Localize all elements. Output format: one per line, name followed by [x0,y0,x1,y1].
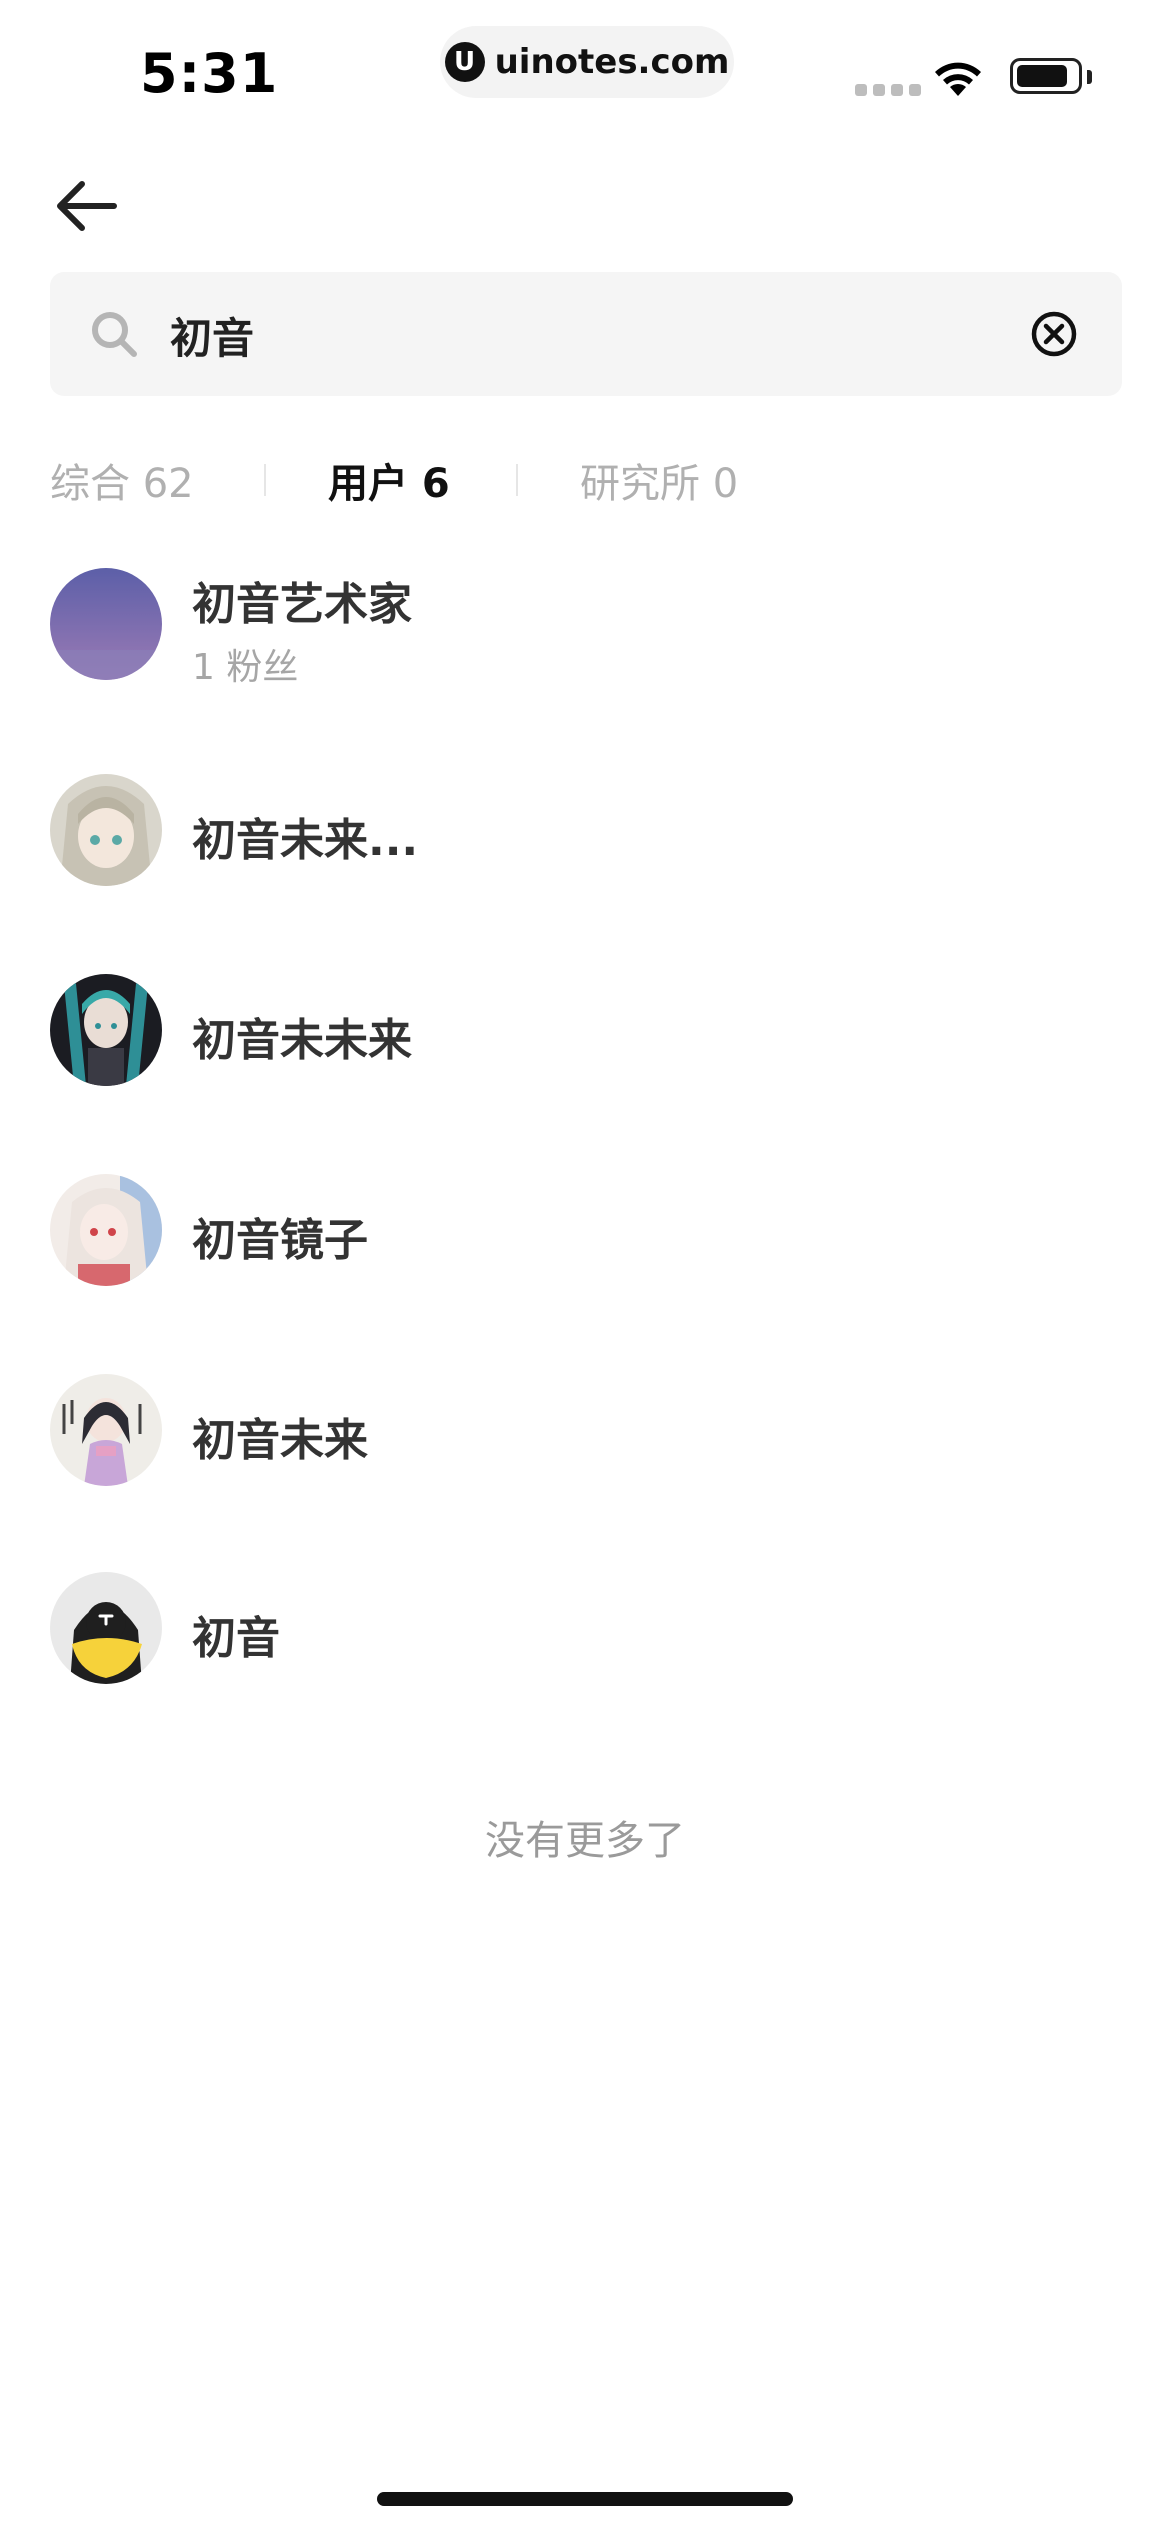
user-name: 初音艺术家 [192,579,412,630]
user-item[interactable]: 初音未来 [0,1374,1170,1514]
search-icon [92,312,137,357]
home-indicator[interactable] [377,2492,793,2506]
tab-divider [264,464,266,496]
site-logo-icon: U [444,42,485,82]
clear-icon[interactable] [1028,308,1080,360]
url-pill[interactable]: U uinotes.com [440,26,734,98]
user-name: 初音未来 [192,1415,368,1466]
status-time: 5:31 [140,42,279,105]
tab-divider [516,464,518,496]
back-arrow-icon[interactable] [52,176,122,236]
avatar [50,1572,162,1684]
user-name: 初音镜子 [192,1215,368,1266]
search-input[interactable] [168,302,1032,368]
avatar [50,1374,162,1486]
avatar [50,974,162,1086]
status-bar: 5:31 U uinotes.com [0,0,1170,140]
search-bar[interactable] [50,272,1122,396]
user-name: 初音未未来 [192,1015,412,1066]
user-name: 初音 [192,1613,280,1664]
battery-cap [1087,70,1092,84]
result-tabs: 综合 62 用户 6 研究所 0 [0,440,1170,520]
user-item[interactable]: 初音 [0,1572,1170,1712]
user-item[interactable]: 初音镜子 [0,1174,1170,1314]
user-name: 初音未来... [192,815,419,866]
avatar [50,774,162,886]
signal-icon [855,84,921,96]
tab-users[interactable]: 用户 6 [328,440,450,520]
tab-institute[interactable]: 研究所 0 [580,440,738,520]
avatar [50,568,162,680]
avatar [50,1174,162,1286]
tab-general[interactable]: 综合 62 [50,440,194,520]
wifi-icon [935,62,981,96]
battery-icon [1010,58,1082,94]
no-more-text: 没有更多了 [485,1818,685,1864]
user-item[interactable]: 初音艺术家 1 粉丝 [0,568,1170,708]
user-item[interactable]: 初音未来... [0,774,1170,914]
user-fans: 1 粉丝 [192,647,299,688]
user-item[interactable]: 初音未未来 [0,974,1170,1114]
url-text: uinotes.com [494,42,730,82]
